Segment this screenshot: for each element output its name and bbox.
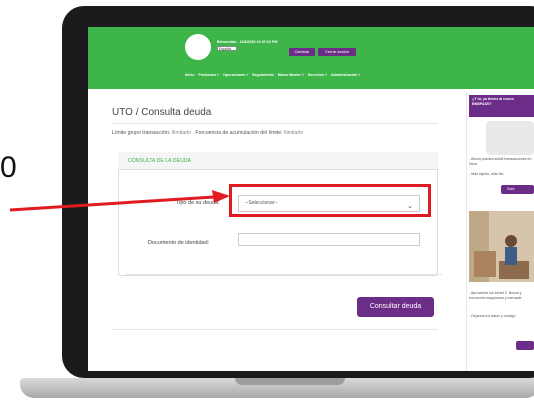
menu-item[interactable]: Operaciones ˅ — [223, 73, 248, 77]
brand-logo — [185, 34, 211, 60]
menu-item[interactable]: Productos ˅ — [198, 73, 219, 77]
highlight-box — [229, 184, 431, 217]
promo-text: - Déjanos tus datos y contigo. — [469, 314, 517, 318]
menu-item[interactable]: Seguimiento — [252, 73, 274, 77]
group-limit-label: Límite grupo transacción: — [112, 130, 171, 136]
id-label: Documento de identidad: — [148, 240, 210, 246]
promo-photo — [469, 211, 534, 282]
divider — [112, 123, 438, 124]
change-button[interactable]: Cambiar — [289, 48, 315, 56]
top-header — [88, 27, 534, 89]
logout-button[interactable]: Cerrar sesión — [318, 48, 356, 56]
promo-text: - Ahora puedes solicit transacciones en … — [469, 157, 532, 166]
promo-request-button[interactable]: Solic — [501, 185, 534, 194]
menu-item[interactable]: Inicio — [185, 73, 194, 77]
promo-image — [486, 121, 534, 155]
promo-banner-text: ¿Y tú, ya tienes al nuevo BNBPASS? — [472, 97, 514, 106]
main-menu: Inicio Productos ˅ Operaciones ˅ Seguimi… — [185, 73, 363, 77]
page-title: UTO / Consulta deuda — [112, 107, 212, 118]
promo-button[interactable] — [516, 341, 534, 350]
laptop-notch — [235, 378, 345, 385]
debt-type-label: Tipo de su deuda: — [176, 200, 220, 206]
frequency-label: Frecuencia de acumulación del límite: — [195, 130, 283, 136]
menu-item[interactable]: Marco Master ˅ — [278, 73, 304, 77]
laptop-screen: Bienvenido - 12/6/2020 10:37:10 PM Españ… — [88, 27, 534, 371]
frequency-value: Ilimitado — [283, 130, 304, 136]
menu-item[interactable]: Servicios ˅ — [308, 73, 327, 77]
promo-text: - Aprovecha los benef 0. Busca y encuent… — [469, 291, 522, 300]
menu-item[interactable]: Administración ˅ — [331, 73, 360, 77]
welcome-text: Bienvenido - 12/6/2020 10:37:10 PM — [217, 40, 278, 44]
limits-text: Límite grupo transacción: Ilimitado Frec… — [112, 130, 303, 136]
promo-text: - Más rápido, más fác — [469, 172, 504, 176]
language-select[interactable]: Español — [217, 46, 237, 51]
card-title: CONSULTA DE LA DEUDA — [128, 158, 191, 164]
annotation-digit: 0 — [0, 151, 17, 184]
divider — [112, 329, 438, 330]
group-limit-value: Ilimitado — [171, 130, 192, 136]
promo-photo-art — [469, 211, 534, 282]
divider — [126, 274, 442, 275]
id-input[interactable] — [238, 233, 420, 246]
consult-debt-button[interactable]: Consultar deuda — [357, 297, 434, 317]
